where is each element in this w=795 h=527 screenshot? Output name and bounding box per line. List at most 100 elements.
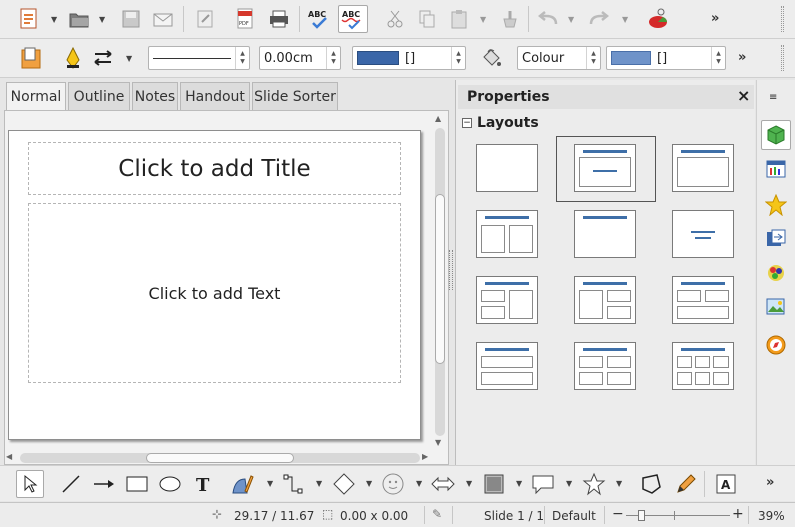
block-arrows-icon[interactable]	[430, 471, 456, 497]
chevron-down-icon[interactable]: ▼	[566, 479, 572, 488]
connector-tool-icon[interactable]	[280, 471, 306, 497]
symbol-shapes-smiley-icon[interactable]	[380, 471, 406, 497]
scroll-thumb[interactable]	[146, 453, 294, 463]
open-folder-icon[interactable]	[66, 6, 92, 32]
line-style-icon[interactable]	[60, 45, 86, 71]
scroll-right-icon[interactable]: ▶	[422, 452, 428, 461]
chevron-down-icon[interactable]: ▼	[466, 479, 472, 488]
more-options-icon[interactable]: »	[738, 50, 746, 65]
horizontal-scrollbar[interactable]: ◀ ▶	[6, 452, 432, 464]
properties-deck-icon[interactable]	[761, 120, 791, 150]
basic-shapes-diamond-icon[interactable]	[331, 471, 357, 497]
line-width-field[interactable]: 0.00cm ▲ ▼	[259, 46, 341, 70]
chevron-down-icon[interactable]: ▼	[316, 479, 322, 488]
area-color-select[interactable]: [] ▲ ▼	[606, 46, 726, 70]
layout-title-4content[interactable]	[574, 342, 636, 390]
zoom-out-button[interactable]: −	[612, 506, 624, 522]
close-icon[interactable]: ×	[737, 86, 750, 105]
chevron-down-icon[interactable]: ▼	[622, 15, 628, 24]
navigator-icon[interactable]	[763, 332, 789, 358]
chevron-down-icon[interactable]: ▼	[568, 15, 574, 24]
copy-icon[interactable]	[414, 6, 440, 32]
save-icon[interactable]	[118, 6, 144, 32]
redo-icon[interactable]	[585, 6, 611, 32]
slide-icon[interactable]	[18, 45, 44, 71]
tab-slide-sorter[interactable]: Slide Sorter	[252, 82, 338, 110]
tab-notes[interactable]: Notes	[132, 82, 178, 110]
layout-title-two-content[interactable]	[476, 210, 538, 258]
chevron-down-icon[interactable]: ▼	[416, 479, 422, 488]
spelling-icon[interactable]: ABC	[306, 6, 332, 32]
title-placeholder[interactable]: Click to add Title	[28, 142, 401, 195]
styles-icon[interactable]	[763, 260, 789, 286]
chevron-down-icon[interactable]: ▼	[126, 54, 132, 63]
rectangle-tool-icon[interactable]	[124, 471, 150, 497]
arrow-style-icon[interactable]	[90, 45, 116, 71]
zoom-in-button[interactable]: +	[732, 506, 744, 522]
collapse-icon[interactable]: −	[462, 118, 472, 128]
glue-points-pen-icon[interactable]	[673, 471, 699, 497]
scroll-up-icon[interactable]: ▲	[435, 114, 441, 123]
ellipse-tool-icon[interactable]	[157, 471, 183, 497]
export-pdf-icon[interactable]: PDF	[232, 6, 258, 32]
document-modified-icon[interactable]: ✎	[432, 507, 442, 521]
fontwork-icon[interactable]: A	[713, 471, 739, 497]
stars-shapes-icon[interactable]	[581, 471, 607, 497]
tab-outline[interactable]: Outline	[68, 82, 130, 110]
layout-title-content-over-content[interactable]	[476, 342, 538, 390]
layout-title-2content-content[interactable]	[476, 276, 538, 324]
chart-icon[interactable]	[645, 6, 671, 32]
select-pointer-icon[interactable]	[16, 470, 44, 498]
callout-shapes-icon[interactable]	[530, 471, 556, 497]
more-options-icon[interactable]: »	[711, 11, 719, 26]
scroll-down-icon[interactable]: ▼	[435, 438, 441, 447]
vertical-scrollbar[interactable]: ▲ ▼	[432, 112, 448, 452]
text-tool-icon[interactable]: T	[191, 471, 217, 497]
auto-spellcheck-icon[interactable]: ABC	[338, 5, 368, 33]
arrow-line-tool-icon[interactable]	[91, 471, 117, 497]
flowchart-icon[interactable]	[481, 471, 507, 497]
slide-transition-icon[interactable]	[763, 226, 789, 252]
layout-blank[interactable]	[476, 144, 538, 192]
layout-title-content-2[interactable]	[672, 144, 734, 192]
chevron-down-icon[interactable]: ▼	[267, 479, 273, 488]
layout-title-only[interactable]	[574, 210, 636, 258]
chevron-down-icon[interactable]: ▼	[51, 15, 57, 24]
chevron-down-icon[interactable]: ▼	[99, 15, 105, 24]
area-style-select[interactable]: Colour ▲ ▼	[517, 46, 601, 70]
edit-file-icon[interactable]	[192, 6, 218, 32]
scroll-thumb[interactable]	[435, 194, 445, 364]
gallery-icon[interactable]	[763, 294, 789, 320]
chevron-down-icon[interactable]: ▼	[366, 479, 372, 488]
animation-star-icon[interactable]	[763, 192, 789, 218]
toolbar-grip[interactable]	[781, 6, 784, 32]
sidebar-menu-icon[interactable]: ≡	[769, 92, 777, 103]
zoom-level[interactable]: 39%	[758, 509, 785, 523]
content-placeholder[interactable]: Click to add Text	[28, 203, 401, 383]
spin-button[interactable]: ▲ ▼	[235, 47, 249, 69]
layout-title-2content-over-content[interactable]	[672, 276, 734, 324]
sidebar-splitter[interactable]	[449, 250, 453, 290]
chevron-down-icon[interactable]: ▼	[616, 479, 622, 488]
toolbar-grip[interactable]	[781, 45, 784, 71]
tab-handout[interactable]: Handout	[180, 82, 250, 110]
layout-title-content-2content[interactable]	[574, 276, 636, 324]
print-icon[interactable]	[266, 6, 292, 32]
line-style-select[interactable]: ▲ ▼	[148, 46, 250, 70]
points-edit-icon[interactable]	[638, 471, 664, 497]
email-icon[interactable]	[150, 6, 176, 32]
tab-normal[interactable]: Normal	[6, 82, 66, 111]
chevron-down-icon[interactable]: ▼	[516, 479, 522, 488]
layout-title-content[interactable]	[574, 144, 636, 192]
line-color-select[interactable]: [] ▲ ▼	[352, 46, 466, 70]
spin-button[interactable]: ▲ ▼	[326, 47, 340, 69]
spin-button[interactable]: ▲ ▼	[586, 47, 600, 69]
new-document-icon[interactable]	[16, 6, 42, 32]
paste-icon[interactable]	[446, 6, 472, 32]
spin-button[interactable]: ▲ ▼	[711, 47, 725, 69]
curve-tool-icon[interactable]	[229, 471, 255, 497]
zoom-slider-thumb[interactable]	[638, 510, 645, 521]
chevron-down-icon[interactable]: ▼	[480, 15, 486, 24]
slide-canvas[interactable]: Click to add Title Click to add Text	[8, 130, 421, 440]
clone-formatting-icon[interactable]	[497, 6, 523, 32]
